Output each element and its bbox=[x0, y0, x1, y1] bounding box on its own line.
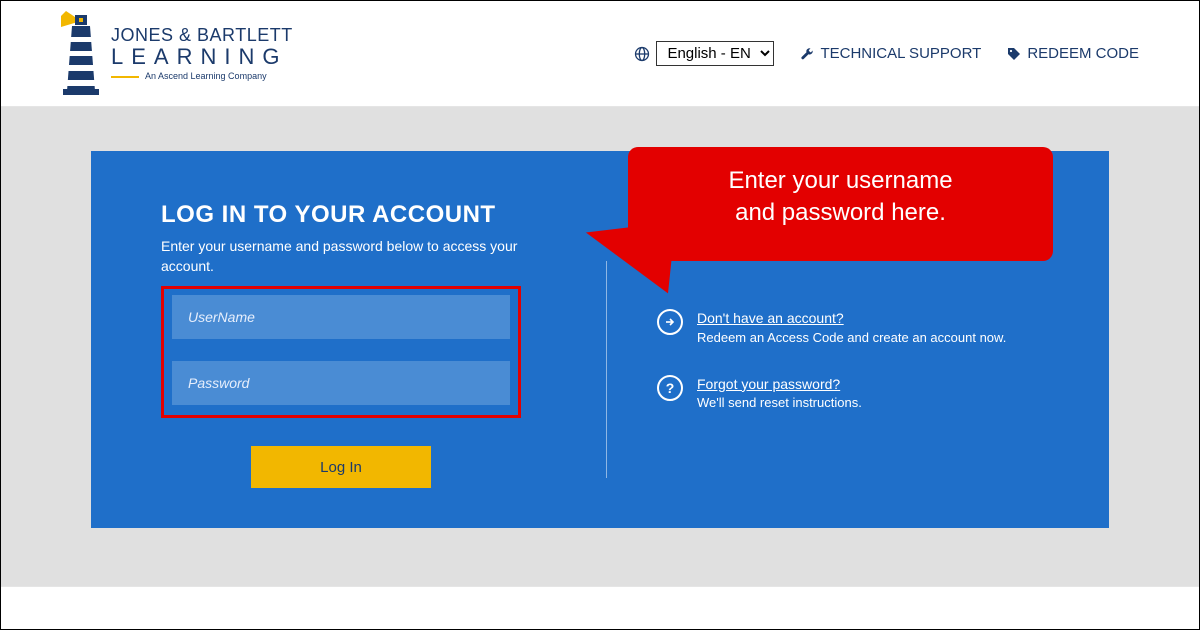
logo: JONES & BARTLETT LEARNING An Ascend Lear… bbox=[61, 11, 293, 96]
vertical-divider bbox=[606, 261, 607, 478]
callout-tail-icon bbox=[580, 213, 675, 294]
forgot-password-desc: We'll send reset instructions. bbox=[697, 394, 862, 412]
credentials-highlight bbox=[161, 286, 521, 418]
no-account-link[interactable]: Don't have an account? bbox=[697, 309, 1006, 329]
login-button[interactable]: Log In bbox=[251, 446, 431, 488]
language-select[interactable]: English - EN bbox=[656, 41, 774, 66]
login-subtitle: Enter your username and password below t… bbox=[161, 237, 521, 276]
globe-icon bbox=[634, 46, 650, 62]
redeem-code-link[interactable]: REDEEM CODE bbox=[1007, 45, 1139, 62]
password-input[interactable] bbox=[172, 361, 510, 405]
logo-line1: JONES & BARTLETT bbox=[111, 26, 293, 44]
annotation-callout: Enter your username and password here. bbox=[628, 147, 1053, 261]
callout-line1: Enter your username bbox=[648, 165, 1033, 197]
login-form-section: LOG IN TO YOUR ACCOUNT Enter your userna… bbox=[161, 201, 556, 488]
username-input[interactable] bbox=[172, 295, 510, 339]
forgot-password-item: ? Forgot your password? We'll send reset… bbox=[657, 375, 1049, 413]
wrench-icon bbox=[800, 47, 814, 61]
tag-icon bbox=[1007, 47, 1021, 61]
footer-strip bbox=[1, 586, 1199, 622]
main-area: LOG IN TO YOUR ACCOUNT Enter your userna… bbox=[1, 107, 1199, 622]
logo-tagline: An Ascend Learning Company bbox=[111, 72, 293, 81]
header-right: English - EN TECHNICAL SUPPORT REDEEM CO… bbox=[634, 41, 1139, 66]
language-selector[interactable]: English - EN bbox=[634, 41, 774, 66]
technical-support-label: TECHNICAL SUPPORT bbox=[820, 45, 981, 62]
no-account-item: Don't have an account? Redeem an Access … bbox=[657, 309, 1049, 347]
redeem-code-label: REDEEM CODE bbox=[1027, 45, 1139, 62]
lighthouse-icon bbox=[61, 11, 101, 96]
login-title: LOG IN TO YOUR ACCOUNT bbox=[161, 201, 556, 229]
header: JONES & BARTLETT LEARNING An Ascend Lear… bbox=[1, 1, 1199, 107]
technical-support-link[interactable]: TECHNICAL SUPPORT bbox=[800, 45, 981, 62]
question-icon: ? bbox=[657, 375, 683, 401]
logo-text: JONES & BARTLETT LEARNING An Ascend Lear… bbox=[111, 26, 293, 81]
forgot-password-link[interactable]: Forgot your password? bbox=[697, 375, 862, 395]
logo-line2: LEARNING bbox=[111, 46, 293, 68]
arrow-right-icon bbox=[657, 309, 683, 335]
no-account-desc: Redeem an Access Code and create an acco… bbox=[697, 329, 1006, 347]
callout-line2: and password here. bbox=[648, 197, 1033, 229]
login-panel: LOG IN TO YOUR ACCOUNT Enter your userna… bbox=[91, 151, 1109, 528]
